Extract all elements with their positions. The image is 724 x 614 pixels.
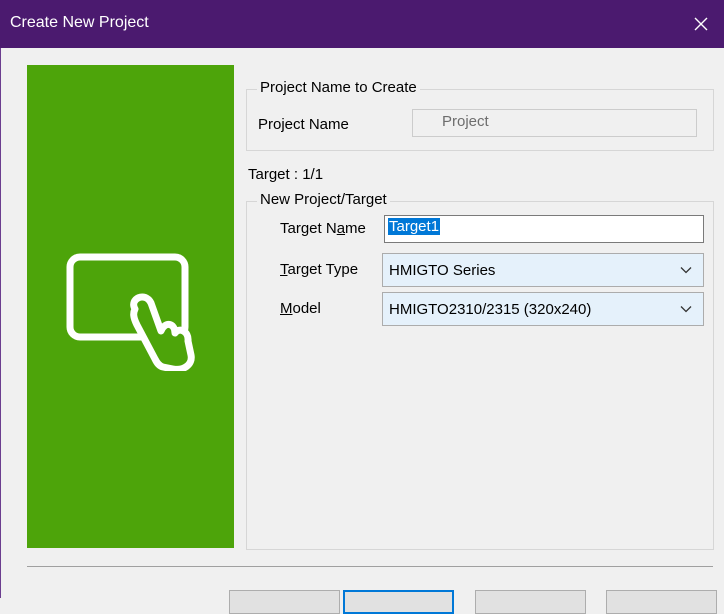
target-name-label-pre: Target N xyxy=(280,220,337,237)
close-icon[interactable] xyxy=(678,0,724,48)
dialog-button-4[interactable] xyxy=(606,590,717,614)
model-value: HMIGTO2310/2315 (320x240) xyxy=(389,301,592,318)
chevron-down-icon xyxy=(680,306,692,313)
project-name-field[interactable]: Project xyxy=(412,109,697,137)
dialog-button-default[interactable] xyxy=(343,590,454,614)
model-label-accel: M xyxy=(280,300,293,317)
target-group: New Project/Target Target Name Target1 T… xyxy=(246,191,714,550)
target-type-label-accel: T xyxy=(280,261,288,278)
target-type-select[interactable]: HMIGTO Series xyxy=(382,253,704,287)
dialog-button-3[interactable] xyxy=(475,590,586,614)
model-label: Model xyxy=(280,300,321,317)
banner-panel xyxy=(27,65,234,548)
target-type-value: HMIGTO Series xyxy=(389,262,496,279)
target-type-label-post: arget Type xyxy=(287,261,359,278)
target-type-label: Target Type xyxy=(280,261,358,278)
model-label-post: odel xyxy=(292,300,321,317)
target-group-legend: New Project/Target xyxy=(257,191,390,208)
chevron-down-icon xyxy=(680,267,692,274)
project-name-label: Project Name xyxy=(258,116,349,133)
target-name-label-post: me xyxy=(345,220,366,237)
window-border xyxy=(0,48,1,598)
project-name-group: Project Name to Create Project Name Proj… xyxy=(246,79,714,151)
title-bar[interactable]: Create New Project xyxy=(0,0,724,48)
target-name-label: Target Name xyxy=(280,220,366,237)
target-name-value: Target1 xyxy=(388,218,441,235)
project-group-legend: Project Name to Create xyxy=(257,79,420,96)
target-counter: Target : 1/1 xyxy=(248,166,324,183)
window-title: Create New Project xyxy=(10,14,149,31)
dialog-button-1[interactable] xyxy=(229,590,340,614)
target-name-input[interactable]: Target1 xyxy=(384,215,704,243)
target-name-label-accel: a xyxy=(336,220,346,237)
model-select[interactable]: HMIGTO2310/2315 (320x240) xyxy=(382,292,704,326)
touch-screen-icon xyxy=(66,253,195,371)
footer-separator xyxy=(27,566,713,567)
